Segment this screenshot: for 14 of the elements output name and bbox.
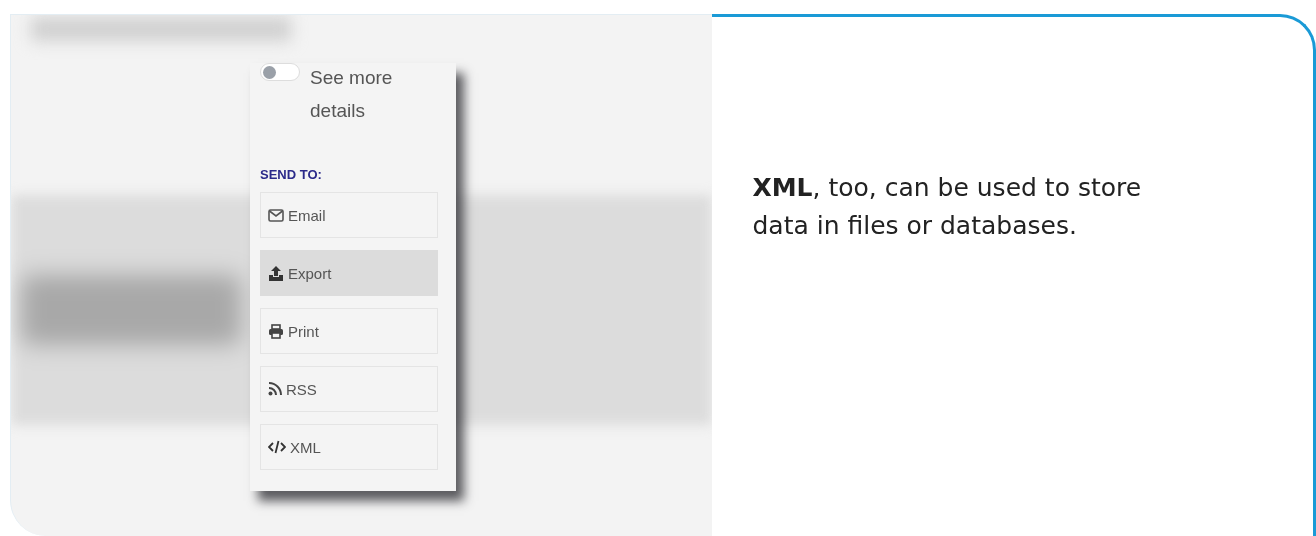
- envelope-icon: [268, 208, 284, 222]
- caption-text: XML, too, can be used to store data in files or databases.: [752, 171, 1143, 242]
- rss-icon: [268, 382, 282, 396]
- send-button[interactable]: Print: [260, 308, 438, 354]
- send-button[interactable]: Export: [260, 250, 438, 296]
- printer-icon: [268, 323, 284, 339]
- toggle-label: See more details: [310, 66, 394, 123]
- send-button[interactable]: RSS: [260, 366, 438, 412]
- send-to-heading: SEND TO:: [260, 167, 323, 182]
- code-icon: [268, 440, 286, 454]
- send-button[interactable]: Email: [260, 192, 438, 238]
- upload-icon: [268, 265, 284, 281]
- toggle-switch[interactable]: [260, 63, 300, 81]
- send-button[interactable]: XML: [260, 424, 438, 470]
